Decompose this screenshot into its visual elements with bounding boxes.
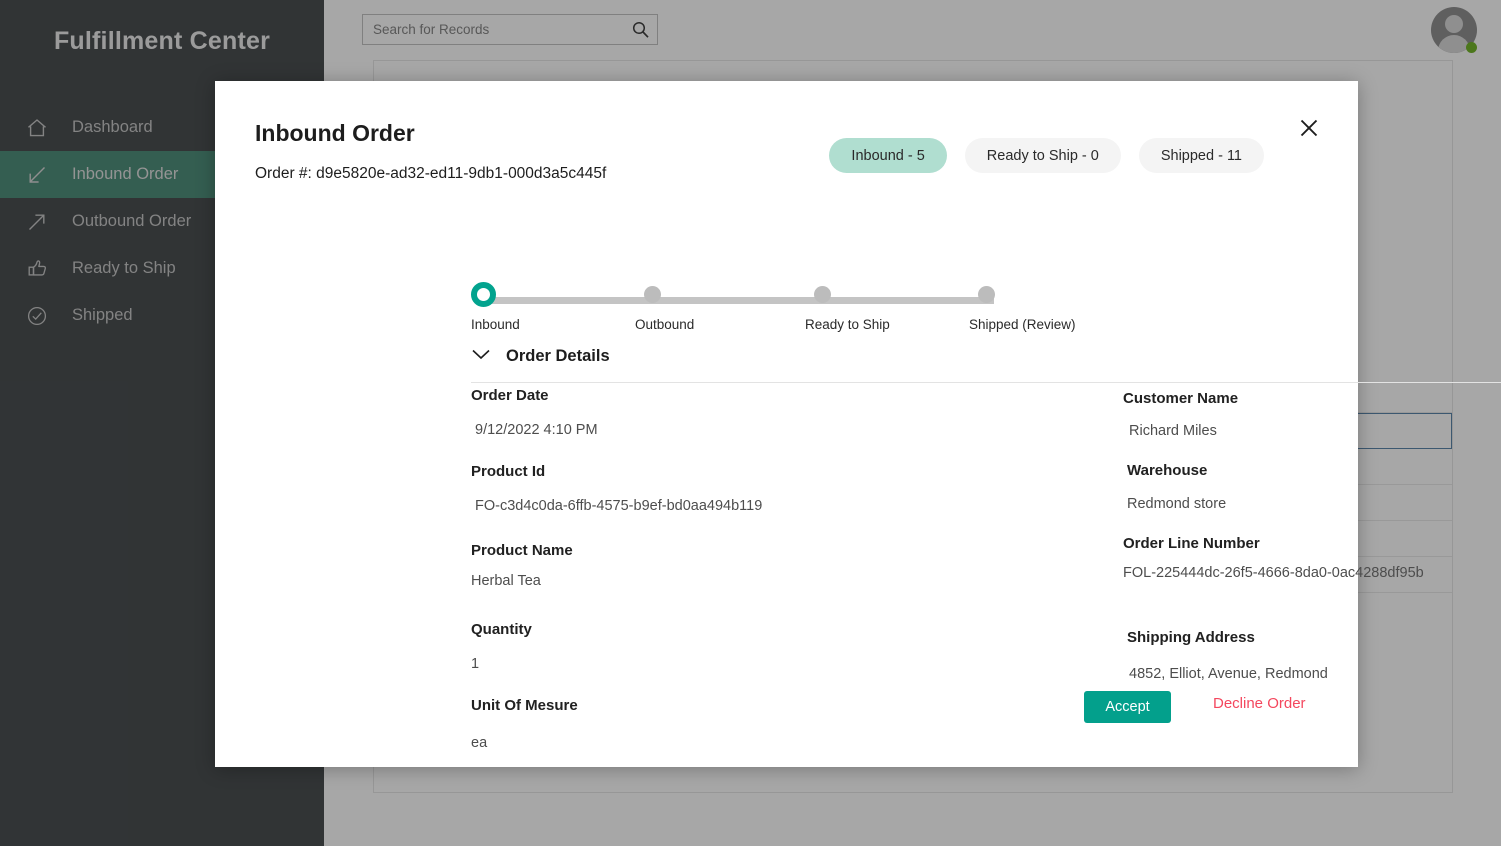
field-value: FO-c3d4c0da-6ffb-4575-b9ef-bd0aa494b119 — [475, 498, 763, 514]
decline-order-button[interactable]: Decline Order — [1213, 695, 1306, 712]
field-value: FOL-225444dc-26f5-4666-8da0-0ac4288df95b — [1123, 565, 1424, 581]
stepper-dot-icon — [814, 286, 831, 303]
stepper-dot-icon — [644, 286, 661, 303]
field-order-line-number: Order Line Number FOL-225444dc-26f5-4666… — [1123, 535, 1424, 581]
order-number: Order #: d9e5820e-ad32-ed11-9db1-000d3a5… — [255, 165, 607, 182]
status-pill-inbound[interactable]: Inbound - 5 — [829, 138, 947, 173]
field-value: 9/12/2022 4:10 PM — [475, 422, 598, 438]
field-order-date: Order Date 9/12/2022 4:10 PM — [471, 387, 598, 438]
page-title: Inbound Order — [255, 120, 415, 146]
stepper-track — [488, 297, 994, 304]
inbound-order-modal: Inbound Order Order #: d9e5820e-ad32-ed1… — [215, 81, 1501, 767]
stepper-step-label: Shipped (Review) — [969, 317, 1076, 332]
field-product-name: Product Name Herbal Tea — [471, 542, 573, 589]
field-value: 1 — [471, 656, 480, 672]
stepper-step-ready-to-ship[interactable]: Ready to Ship — [805, 286, 890, 332]
order-details-toggle[interactable]: Order Details — [471, 347, 610, 366]
stepper-step-shipped[interactable]: Shipped (Review) — [969, 286, 1076, 332]
stepper-step-outbound[interactable]: Outbound — [635, 286, 694, 332]
stepper-step-label: Inbound — [471, 317, 520, 332]
field-label: Order Date — [471, 387, 549, 404]
status-pill-group: Inbound - 5 Ready to Ship - 0 Shipped - … — [829, 138, 1264, 173]
field-quantity: Quantity 1 — [471, 621, 532, 672]
section-divider — [471, 382, 1501, 383]
status-pill-shipped[interactable]: Shipped - 11 — [1138, 138, 1264, 173]
field-value: Herbal Tea — [471, 573, 541, 589]
field-customer-name: Customer Name Richard Miles — [1123, 390, 1238, 439]
order-progress-stepper: Inbound Outbound Ready to Ship Shipped (… — [471, 282, 1076, 346]
chevron-down-icon — [471, 348, 491, 366]
accept-button[interactable]: Accept — [1084, 691, 1171, 723]
field-shipping-address: Shipping Address 4852, Elliot, Avenue, R… — [1123, 629, 1328, 682]
field-value: 4852, Elliot, Avenue, Redmond — [1129, 666, 1328, 682]
field-value: Redmond store — [1127, 496, 1227, 512]
field-value: Richard Miles — [1129, 423, 1217, 439]
stepper-dot-icon — [978, 286, 995, 303]
stepper-step-label: Outbound — [635, 317, 695, 332]
field-label: Product Name — [471, 542, 573, 559]
field-label: Warehouse — [1127, 462, 1208, 479]
field-unit-of-measure: Unit Of Mesure ea — [471, 697, 578, 751]
field-value: ea — [471, 735, 488, 751]
stepper-dot-icon — [471, 282, 496, 307]
close-icon[interactable] — [1295, 114, 1323, 142]
field-label: Shipping Address — [1127, 629, 1255, 646]
field-product-id: Product Id FO-c3d4c0da-6ffb-4575-b9ef-bd… — [471, 463, 762, 514]
field-label: Unit Of Mesure — [471, 697, 578, 714]
field-label: Order Line Number — [1123, 535, 1260, 552]
order-details-label: Order Details — [506, 347, 610, 365]
field-label: Customer Name — [1123, 390, 1239, 407]
field-warehouse: Warehouse Redmond store — [1123, 462, 1226, 512]
status-pill-ready-to-ship[interactable]: Ready to Ship - 0 — [964, 138, 1121, 173]
field-label: Product Id — [471, 463, 546, 480]
field-label: Quantity — [471, 621, 532, 638]
application-root: Fulfillment Center Dashboard — [0, 0, 1501, 846]
stepper-step-inbound[interactable]: Inbound — [471, 282, 520, 332]
stepper-step-label: Ready to Ship — [805, 317, 890, 332]
